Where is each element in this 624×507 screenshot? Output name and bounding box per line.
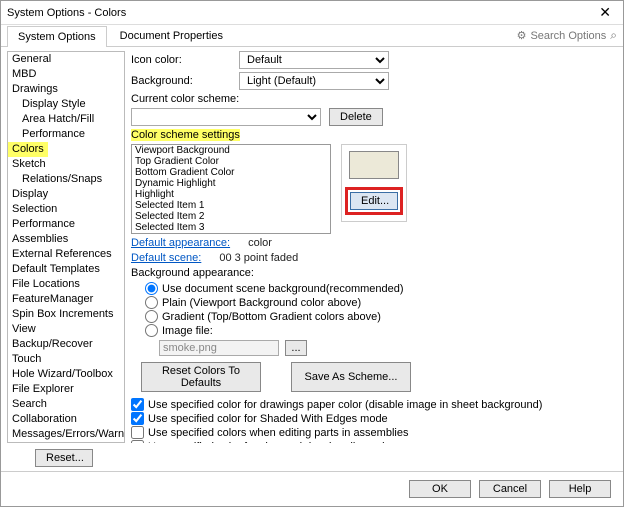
- save-scheme-button[interactable]: Save As Scheme...: [291, 362, 411, 392]
- list-item[interactable]: Top Gradient Color: [132, 156, 330, 167]
- sidebar-item-hole-wizard[interactable]: Hole Wizard/Toolbox: [8, 367, 124, 382]
- radio-gradient[interactable]: Gradient (Top/Bottom Gradient colors abo…: [145, 310, 615, 323]
- edit-button[interactable]: Edit...: [350, 192, 398, 210]
- footer: OK Cancel Help: [1, 471, 623, 506]
- delete-button[interactable]: Delete: [329, 108, 383, 126]
- sidebar-item-file-locations[interactable]: File Locations: [8, 277, 124, 292]
- sidebar-item-selection[interactable]: Selection: [8, 202, 124, 217]
- content: General MBD Drawings Display Style Area …: [1, 47, 623, 443]
- window-title: System Options - Colors: [7, 7, 126, 19]
- sidebar-item-relations[interactable]: Relations/Snaps: [8, 172, 124, 187]
- browse-button[interactable]: ...: [285, 340, 307, 356]
- sidebar-item-file-explorer[interactable]: File Explorer: [8, 382, 124, 397]
- sidebar-item-assemblies[interactable]: Assemblies: [8, 232, 124, 247]
- gear-icon: ⚙: [517, 29, 527, 42]
- sidebar-item-external-refs[interactable]: External References: [8, 247, 124, 262]
- checkboxes: Use specified color for drawings paper c…: [131, 398, 615, 443]
- bg-radios: Use document scene background(recommende…: [131, 282, 615, 337]
- edit-highlight: Edit...: [345, 187, 403, 215]
- sidebar-item-performance[interactable]: Performance: [8, 217, 124, 232]
- tabbar: System Options Document Properties ⚙ Sea…: [1, 25, 623, 47]
- color-swatch: [349, 151, 399, 179]
- main-panel: Icon color: Default Background: Light (D…: [131, 51, 617, 443]
- sidebar-item-colors[interactable]: Colors: [8, 142, 48, 157]
- check-shaded-edges[interactable]: Use specified color for Shaded With Edge…: [131, 412, 615, 425]
- search-box[interactable]: ⚙ Search Options ⌕: [517, 28, 617, 43]
- radio-doc-scene[interactable]: Use document scene background(recommende…: [145, 282, 615, 295]
- sidebar-item-messages[interactable]: Messages/Errors/Warnings: [8, 427, 124, 442]
- check-paper-color[interactable]: Use specified color for drawings paper c…: [131, 398, 615, 411]
- default-appearance-value: color: [248, 237, 272, 249]
- titlebar: System Options - Colors ✕: [1, 1, 623, 25]
- cancel-button[interactable]: Cancel: [479, 480, 541, 498]
- color-scheme-list[interactable]: Viewport Background Top Gradient Color B…: [131, 144, 331, 234]
- close-icon[interactable]: ✕: [593, 4, 617, 21]
- current-scheme-label: Current color scheme:: [131, 93, 615, 105]
- sidebar-item-featuremanager[interactable]: FeatureManager: [8, 292, 124, 307]
- image-file-input: [159, 340, 279, 356]
- options-dialog: System Options - Colors ✕ System Options…: [0, 0, 624, 507]
- icon-color-select[interactable]: Default: [239, 51, 389, 69]
- list-item[interactable]: Selected Item 4: [132, 233, 330, 234]
- reset-button[interactable]: Reset...: [35, 449, 93, 467]
- tab-document-properties[interactable]: Document Properties: [109, 25, 234, 46]
- radio-plain[interactable]: Plain (Viewport Background color above): [145, 296, 615, 309]
- sidebar-item-backup[interactable]: Backup/Recover: [8, 337, 124, 352]
- sidebar-item-default-templates[interactable]: Default Templates: [8, 262, 124, 277]
- sidebar-item-search[interactable]: Search: [8, 397, 124, 412]
- sidebar-item-mbd[interactable]: MBD: [8, 67, 124, 82]
- list-item[interactable]: Highlight: [132, 189, 330, 200]
- swatch-column: Edit...: [341, 144, 407, 222]
- background-label: Background:: [131, 75, 231, 87]
- ok-button[interactable]: OK: [409, 480, 471, 498]
- search-icon: ⌕: [610, 28, 617, 43]
- sidebar-item-drawings[interactable]: Drawings: [8, 82, 124, 97]
- list-item[interactable]: Viewport Background: [132, 145, 330, 156]
- sidebar[interactable]: General MBD Drawings Display Style Area …: [7, 51, 125, 443]
- list-item[interactable]: Dynamic Highlight: [132, 178, 330, 189]
- reset-colors-button[interactable]: Reset Colors To Defaults: [141, 362, 261, 392]
- sidebar-item-area-hatch[interactable]: Area Hatch/Fill: [8, 112, 124, 127]
- sidebar-item-general[interactable]: General: [8, 52, 124, 67]
- check-editing-parts[interactable]: Use specified colors when editing parts …: [131, 426, 615, 439]
- background-select[interactable]: Light (Default): [239, 72, 389, 90]
- background-appearance-label: Background appearance:: [131, 267, 615, 279]
- icon-color-label: Icon color:: [131, 54, 231, 66]
- sidebar-item-view[interactable]: View: [8, 322, 124, 337]
- list-item[interactable]: Selected Item 3: [132, 222, 330, 233]
- radio-image[interactable]: Image file:: [145, 324, 615, 337]
- sidebar-item-display-style[interactable]: Display Style: [8, 97, 124, 112]
- default-scene-link[interactable]: Default scene:: [131, 252, 201, 264]
- sidebar-item-touch[interactable]: Touch: [8, 352, 124, 367]
- sidebar-item-sketch[interactable]: Sketch: [8, 157, 124, 172]
- help-button[interactable]: Help: [549, 480, 611, 498]
- default-appearance-link[interactable]: Default appearance:: [131, 237, 230, 249]
- current-scheme-select[interactable]: [131, 108, 321, 126]
- sidebar-item-spin-box[interactable]: Spin Box Increments: [8, 307, 124, 322]
- list-item[interactable]: Selected Item 1: [132, 200, 330, 211]
- sidebar-item-performance-sub[interactable]: Performance: [8, 127, 124, 142]
- color-scheme-settings-label: Color scheme settings: [131, 129, 240, 141]
- list-item[interactable]: Bottom Gradient Color: [132, 167, 330, 178]
- default-scene-value: 00 3 point faded: [219, 252, 298, 264]
- sidebar-item-display[interactable]: Display: [8, 187, 124, 202]
- list-item[interactable]: Selected Item 2: [132, 211, 330, 222]
- search-placeholder: Search Options: [530, 30, 606, 42]
- tab-system-options[interactable]: System Options: [7, 26, 107, 47]
- sidebar-item-collaboration[interactable]: Collaboration: [8, 412, 124, 427]
